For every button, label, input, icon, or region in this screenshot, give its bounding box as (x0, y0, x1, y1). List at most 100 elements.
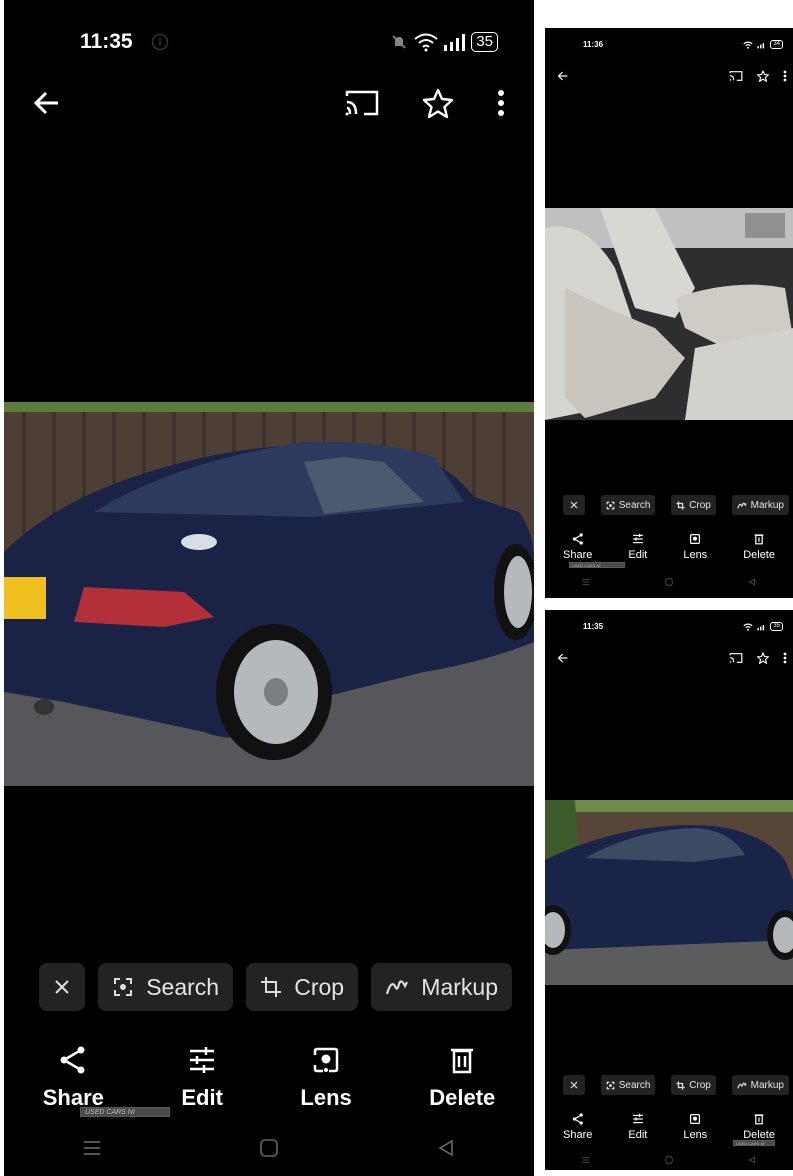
delete-button[interactable]: Delete (743, 533, 775, 561)
more-options-icon[interactable] (783, 70, 787, 82)
signal-icon (757, 623, 766, 631)
crop-icon (676, 1080, 685, 1090)
edit-label: Edit (181, 1085, 223, 1110)
markup-chip[interactable]: Markup (731, 495, 789, 515)
crop-chip-label: Crop (294, 973, 345, 1000)
suggestion-chips: Search Crop Markup (545, 1075, 793, 1095)
suggestion-chips: Search Crop Markup (4, 963, 534, 1011)
trash-icon (753, 533, 765, 545)
lens-search-icon (606, 1081, 615, 1090)
crop-chip-label: Crop (689, 1079, 711, 1091)
share-label: Share (563, 549, 593, 561)
share-button[interactable]: Share (43, 1045, 104, 1111)
viewer-top-bar (545, 70, 793, 82)
photo-actions-bar: Share Edit Lens Delete (545, 533, 793, 561)
cast-icon[interactable] (729, 70, 743, 82)
status-time: 11:35 (80, 30, 133, 53)
search-chip[interactable]: Search (600, 495, 656, 515)
crop-icon (260, 976, 282, 998)
markup-chip-label: Markup (750, 499, 784, 511)
close-icon (54, 979, 70, 995)
lens-search-icon (606, 501, 615, 510)
share-button[interactable]: Share (563, 533, 592, 561)
crop-chip[interactable]: Crop (246, 963, 359, 1011)
delete-button[interactable]: Delete (743, 1113, 775, 1141)
markup-chip[interactable]: Markup (731, 1075, 789, 1095)
lens-icon (689, 533, 701, 545)
system-nav-bar (545, 576, 793, 588)
dismiss-chips-button[interactable] (563, 495, 585, 515)
lens-icon (311, 1045, 341, 1075)
edit-button[interactable]: Edit (628, 533, 647, 561)
lens-button[interactable]: Lens (683, 1113, 707, 1141)
lens-button[interactable]: Lens (300, 1045, 352, 1111)
crop-chip-label: Crop (689, 499, 711, 511)
lens-label: Lens (683, 1129, 708, 1141)
watermark: USED CARS NI (569, 562, 625, 568)
markup-icon (736, 501, 747, 510)
edit-button[interactable]: Edit (628, 1113, 647, 1141)
dismiss-chips-button[interactable] (563, 1075, 585, 1095)
search-chip[interactable]: Search (600, 1075, 656, 1095)
delete-label: Delete (743, 549, 775, 561)
side-view-photo-screenshot: 11:35 35 Search Crop Markup Share Edit L… (545, 610, 793, 1170)
viewer-top-bar (4, 88, 534, 118)
share-label: Share (563, 1129, 593, 1141)
more-options-icon[interactable] (496, 88, 506, 118)
markup-icon (385, 976, 409, 998)
crop-chip[interactable]: Crop (671, 1075, 716, 1095)
watermark: USED CARS NI (80, 1107, 170, 1117)
share-button[interactable]: Share (563, 1113, 592, 1141)
home-icon[interactable] (665, 1156, 673, 1164)
search-chip-label: Search (146, 973, 220, 1000)
star-icon[interactable] (757, 652, 769, 664)
delete-button[interactable]: Delete (429, 1045, 495, 1111)
recents-icon[interactable] (582, 1156, 590, 1164)
back-arrow-icon[interactable] (557, 70, 569, 82)
crop-chip[interactable]: Crop (671, 495, 716, 515)
dismiss-chips-button[interactable] (39, 963, 85, 1011)
lens-search-icon (112, 976, 134, 998)
edit-sliders-icon (632, 533, 644, 545)
markup-chip[interactable]: Markup (371, 963, 512, 1011)
signal-icon (757, 41, 766, 49)
system-nav-bar (545, 1154, 793, 1166)
photo-actions-bar: Share Edit Lens Delete (545, 1113, 793, 1141)
cast-icon[interactable] (729, 652, 743, 664)
back-triangle-icon[interactable] (748, 1156, 756, 1164)
share-icon (572, 1113, 584, 1125)
recents-icon[interactable] (582, 578, 590, 586)
cast-icon[interactable] (344, 88, 380, 118)
home-icon[interactable] (259, 1138, 279, 1158)
system-nav-bar (4, 1134, 534, 1162)
search-chip-label: Search (618, 499, 651, 511)
battery-indicator: 34 (770, 40, 783, 50)
back-arrow-icon[interactable] (557, 652, 569, 664)
search-chip[interactable]: Search (98, 963, 234, 1011)
lens-button[interactable]: Lens (683, 533, 707, 561)
home-icon[interactable] (665, 578, 673, 586)
back-triangle-icon[interactable] (748, 578, 756, 586)
markup-chip-label: Markup (421, 973, 498, 1000)
close-icon (570, 1081, 578, 1089)
markup-chip-label: Markup (750, 1079, 784, 1091)
share-icon (572, 533, 584, 545)
back-arrow-icon[interactable] (32, 88, 62, 118)
star-icon[interactable] (757, 70, 769, 82)
wifi-icon (743, 623, 753, 631)
star-icon[interactable] (422, 88, 454, 118)
lens-label: Lens (683, 549, 708, 561)
close-icon (570, 501, 578, 509)
status-time: 11:36 (583, 40, 604, 50)
signal-icon (443, 33, 467, 51)
crop-icon (676, 500, 685, 510)
trash-icon (447, 1045, 477, 1075)
wifi-icon (743, 41, 753, 49)
recents-icon[interactable] (82, 1139, 102, 1157)
battery-indicator: 35 (770, 622, 783, 632)
photo-actions-bar: Share Edit Lens Delete (4, 1045, 534, 1111)
status-bar: 11:36 34 (545, 40, 793, 50)
edit-button[interactable]: Edit (181, 1045, 223, 1111)
more-options-icon[interactable] (783, 652, 787, 664)
back-triangle-icon[interactable] (436, 1138, 456, 1158)
